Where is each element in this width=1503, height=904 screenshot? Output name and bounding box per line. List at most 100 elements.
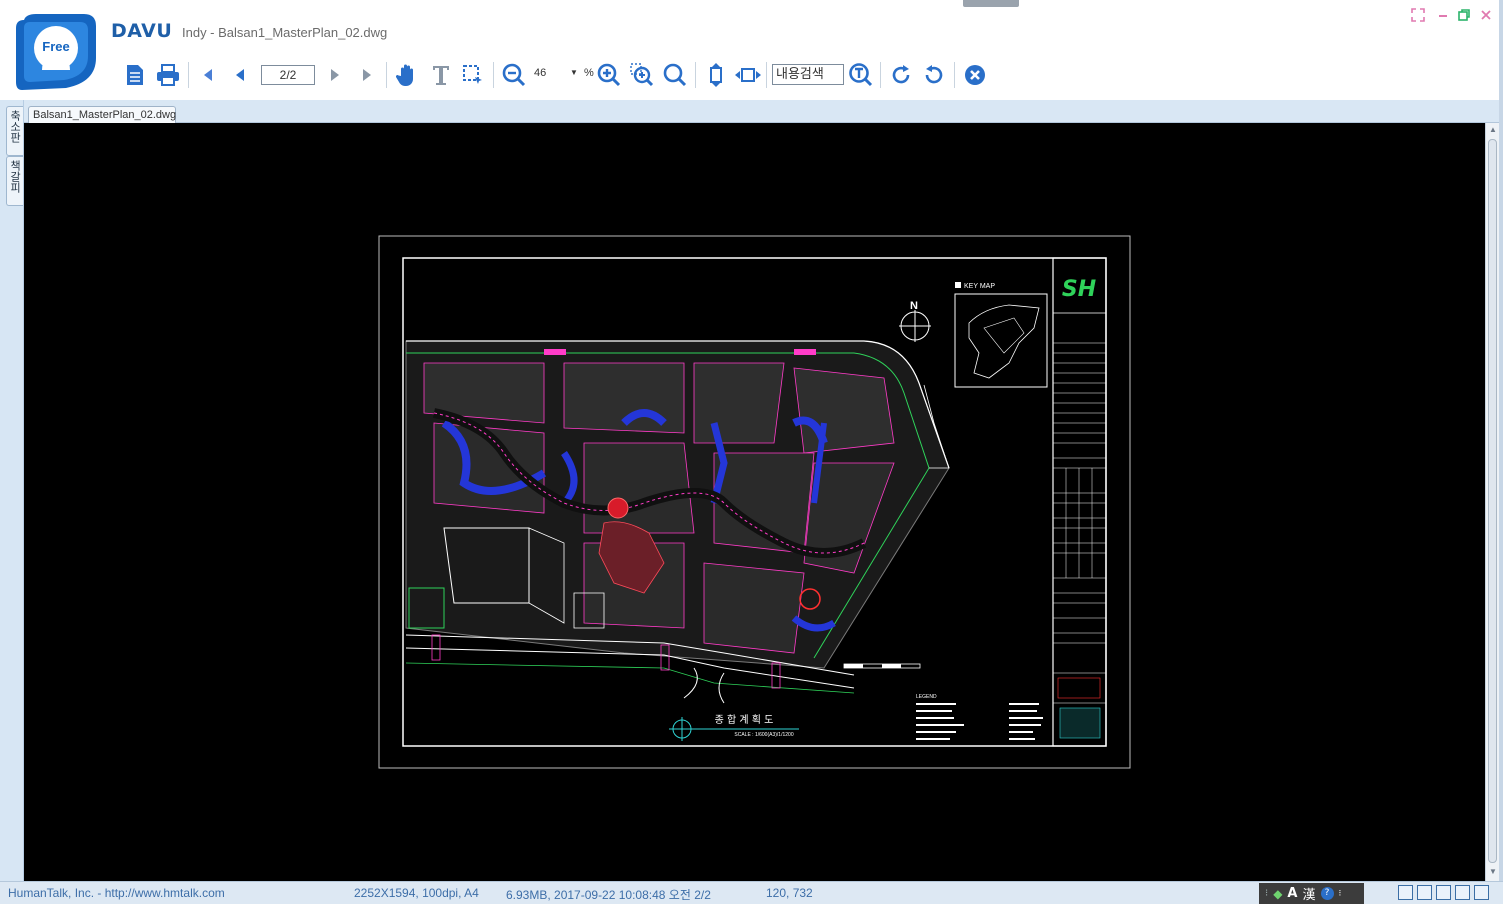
fit-height-button[interactable] (701, 60, 731, 90)
north-arrow: N (899, 300, 931, 342)
app-window: Free DAVU Indy - Balsan1_MasterPlan_02.d… (0, 0, 1503, 904)
scroll-up-icon[interactable]: ▲ (1489, 125, 1497, 134)
rotate-ccw-button[interactable] (919, 60, 949, 90)
app-brand: DAVU (111, 20, 173, 42)
next-page-button[interactable] (320, 60, 350, 90)
fit-height-icon (710, 63, 722, 87)
zoom-fit-button[interactable] (660, 60, 690, 90)
sheet-title-group: 종 합 계 획 도 SCALE : 1/600(A3)/1/1200 (669, 714, 799, 741)
logo-text: Free (42, 39, 69, 54)
text-select-button[interactable] (426, 60, 456, 90)
scroll-down-icon[interactable]: ▼ (1489, 867, 1497, 876)
rotate-cw-icon (892, 65, 910, 84)
last-page-icon (363, 69, 371, 81)
search-text-icon (849, 63, 873, 87)
status-bar: HumanTalk, Inc. - http://www.hmtalk.com … (0, 881, 1503, 904)
document-tab[interactable]: Balsan1_MasterPlan_02.dwg (28, 106, 176, 124)
restore-button[interactable] (1455, 6, 1473, 24)
fit-width-button[interactable] (733, 60, 763, 90)
ime-menu-icon[interactable]: ⁝ (1339, 889, 1342, 899)
zoom-in-button[interactable] (594, 60, 624, 90)
prev-page-icon (236, 69, 244, 81)
legend: LEGEND (916, 694, 1043, 740)
rotate-ccw-icon (925, 65, 943, 84)
document-viewer[interactable]: SH KEY MAP N 종 합 계 획 도 SCALE: 1/600(A3)… (24, 123, 1485, 881)
title-block: SH (1052, 257, 1107, 747)
ime-hanja[interactable]: 漢 (1302, 884, 1315, 903)
ime-help-icon[interactable]: ? (1320, 887, 1334, 900)
single-page-view-button[interactable] (1417, 885, 1432, 900)
toolbar-separator (695, 62, 696, 88)
key-map-label: KEY MAP (964, 283, 995, 290)
image-info: 2252X1594, 100dpi, A4 (354, 886, 479, 900)
two-page-view-button[interactable] (1455, 885, 1470, 900)
window-right-edge (1499, 0, 1503, 904)
toolbar-separator (954, 62, 955, 88)
close-document-button[interactable] (960, 60, 990, 90)
document-button[interactable] (120, 60, 150, 90)
hand-tool-button[interactable] (392, 60, 422, 90)
fullscreen-button[interactable] (1409, 6, 1427, 24)
close-doc-icon (965, 65, 985, 85)
first-page-button[interactable] (193, 60, 223, 90)
hand-icon (395, 64, 413, 86)
cursor-coords: 120, 732 (766, 886, 813, 900)
play-view-button[interactable] (1398, 885, 1413, 900)
scale-bar (843, 663, 921, 669)
sh-logo: SH (1062, 277, 1096, 302)
print-button[interactable] (153, 60, 183, 90)
bookmark-tab[interactable]: 책갈피 (6, 156, 23, 206)
left-panel-strip: 축소판 책갈피 (0, 100, 24, 881)
cad-drawing: SH KEY MAP N 종 합 계 획 도 SCALE: 1/600(A3)… (378, 235, 1131, 769)
area-select-button[interactable] (458, 60, 488, 90)
minimize-button[interactable] (1434, 6, 1452, 24)
zoom-fit-icon (663, 63, 687, 87)
view-mode-buttons (1398, 885, 1498, 902)
close-icon (1481, 10, 1491, 20)
scrollbar-thumb[interactable] (1488, 139, 1497, 863)
side-tab-label: 축소판 (8, 110, 22, 143)
content-search-input[interactable]: 내용검색 (772, 64, 844, 85)
text-select-icon (433, 66, 449, 85)
ime-lang[interactable]: A (1287, 886, 1297, 901)
thumbnail-tab[interactable]: 축소판 (6, 106, 23, 156)
area-select-icon (463, 65, 482, 84)
north-label: N (910, 300, 918, 312)
zoom-value: 46 (534, 67, 547, 79)
grid-view-button[interactable] (1474, 885, 1489, 900)
last-page-button[interactable] (352, 60, 382, 90)
ime-grip-icon: ⁝ (1265, 888, 1269, 899)
ime-mode-icon[interactable]: ◆ (1273, 887, 1282, 901)
fullscreen-icon (1411, 8, 1425, 22)
file-info: 6.93MB, 2017-09-22 10:08:48 오전 2/2 (506, 888, 711, 902)
toolbar-separator (766, 62, 767, 88)
scale-text: SCALE : 1/600(A3)/1/1200 (734, 732, 793, 738)
zoom-select[interactable]: 46 ▼ % (530, 66, 594, 84)
zoom-in-icon (597, 63, 621, 87)
side-tab-label: 책갈피 (8, 160, 22, 193)
zoom-out-button[interactable] (499, 60, 529, 90)
page-number-input[interactable]: 2/2 (261, 65, 315, 85)
toolbar-separator (188, 62, 189, 88)
search-text-button[interactable] (846, 60, 876, 90)
print-icon (157, 64, 179, 86)
close-window-button[interactable] (1477, 6, 1495, 24)
fit-width-icon (735, 68, 761, 82)
zoom-area-button[interactable] (627, 60, 657, 90)
rotate-cw-button[interactable] (886, 60, 916, 90)
continuous-view-button[interactable] (1436, 885, 1451, 900)
site-plan (405, 340, 950, 704)
ime-toolbar[interactable]: ⁝ ◆ A 漢 ? ⁝ (1259, 883, 1364, 904)
toolbar-separator (493, 62, 494, 88)
top-grip-handle[interactable] (963, 0, 1019, 7)
key-map: KEY MAP (954, 282, 1048, 388)
document-icon (127, 65, 143, 85)
vertical-scrollbar[interactable]: ▲ ▼ (1485, 123, 1499, 881)
first-page-icon (204, 69, 212, 81)
next-page-icon (331, 69, 339, 81)
prev-page-button[interactable] (225, 60, 255, 90)
app-logo: Free (16, 14, 96, 90)
toolbar-separator (386, 62, 387, 88)
sheet-title: 종 합 계 획 도 (715, 714, 774, 726)
company-link[interactable]: HumanTalk, Inc. - http://www.hmtalk.com (8, 886, 225, 900)
